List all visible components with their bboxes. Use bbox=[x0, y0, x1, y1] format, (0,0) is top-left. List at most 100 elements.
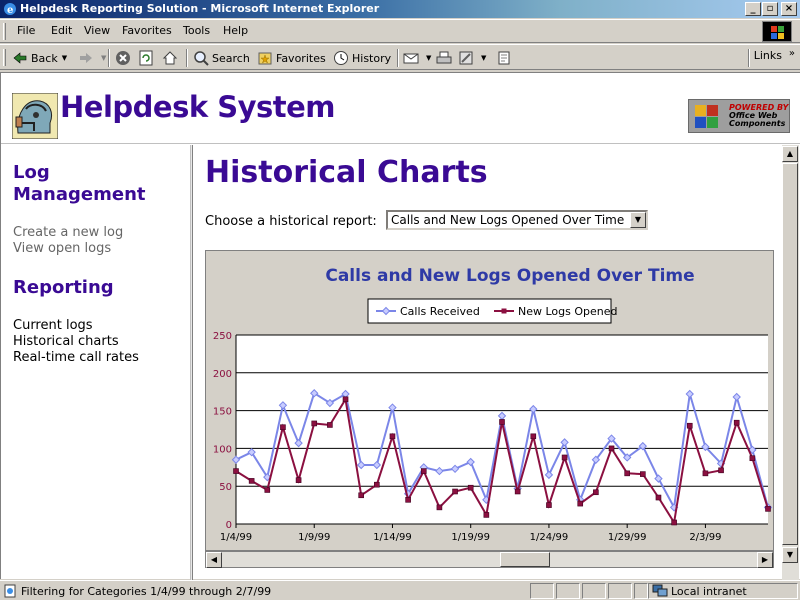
y-tick-label: 100 bbox=[213, 444, 232, 455]
links-label[interactable]: Links bbox=[754, 49, 782, 62]
status-pane bbox=[608, 583, 632, 599]
sidebar: Log Management Create a new log View ope… bbox=[1, 145, 190, 580]
vertical-scrollbar[interactable]: ▲ ▼ bbox=[782, 145, 799, 580]
search-icon bbox=[194, 51, 209, 66]
intranet-icon bbox=[652, 584, 668, 597]
line-chart: Calls and New Logs Opened Over Time 0 50 10… bbox=[213, 266, 773, 543]
history-button[interactable]: History bbox=[333, 48, 391, 68]
y-tick-label: 0 bbox=[226, 520, 232, 531]
back-button[interactable]: Back ▼ bbox=[12, 48, 67, 68]
menu-grip bbox=[3, 23, 6, 40]
status-bar: Filtering for Categories 1/4/99 through … bbox=[0, 580, 800, 600]
legend-marker bbox=[501, 308, 507, 314]
menu-view[interactable]: View bbox=[84, 24, 110, 37]
data-point bbox=[342, 396, 349, 403]
helpdesk-logo-icon bbox=[12, 93, 58, 139]
home-button[interactable] bbox=[162, 48, 181, 68]
status-pane bbox=[530, 583, 554, 599]
data-point bbox=[358, 492, 364, 499]
data-point bbox=[483, 512, 490, 518]
stop-icon bbox=[116, 51, 130, 65]
sidebar-link-realtime-call-rates[interactable]: Real-time call rates bbox=[13, 350, 139, 366]
data-point bbox=[405, 497, 411, 503]
sidebar-heading-reporting: Reporting bbox=[13, 277, 114, 298]
horizontal-scroll-thumb[interactable] bbox=[500, 552, 550, 567]
data-point bbox=[561, 454, 568, 461]
menu-favorites[interactable]: Favorites bbox=[122, 24, 172, 37]
data-point bbox=[420, 468, 427, 474]
data-point bbox=[374, 481, 380, 488]
data-point bbox=[686, 422, 693, 429]
data-point bbox=[749, 455, 756, 462]
status-pane bbox=[582, 583, 606, 599]
printer-icon bbox=[436, 51, 452, 64]
x-tick-label: 1/14/99 bbox=[373, 532, 412, 543]
report-select[interactable]: Calls and New Logs Opened Over Time ▼ bbox=[386, 210, 648, 230]
sidebar-heading-log-management: Log Management bbox=[13, 162, 146, 205]
links-chevron-icon[interactable]: » bbox=[789, 48, 795, 59]
mail-button[interactable]: ▼ bbox=[403, 48, 431, 68]
minimize-button[interactable]: _ bbox=[745, 2, 761, 16]
legend-label: New Logs Opened bbox=[518, 305, 618, 318]
scroll-right-button[interactable]: ▶ bbox=[757, 552, 773, 568]
chart-frame[interactable]: Calls and New Logs Opened Over Time 0 50 10… bbox=[205, 250, 774, 551]
chevron-down-icon[interactable]: ▼ bbox=[630, 212, 646, 228]
data-point bbox=[671, 519, 677, 526]
browser-viewport: Helpdesk System POWERED BY Office Web Co… bbox=[0, 72, 800, 580]
back-arrow-icon bbox=[13, 52, 27, 64]
forward-button[interactable]: ▼ bbox=[78, 48, 106, 68]
data-point bbox=[280, 424, 286, 431]
data-point bbox=[765, 506, 771, 512]
page-title: Historical Charts bbox=[205, 155, 488, 190]
scroll-down-button[interactable]: ▼ bbox=[782, 547, 798, 563]
menu-file[interactable]: File bbox=[17, 24, 35, 37]
refresh-button[interactable] bbox=[138, 48, 157, 68]
favorites-icon bbox=[258, 52, 272, 65]
menu-tools[interactable]: Tools bbox=[183, 24, 210, 37]
site-title: Helpdesk System bbox=[60, 90, 336, 124]
favorites-label: Favorites bbox=[276, 51, 326, 65]
x-tick-label: 1/29/99 bbox=[608, 532, 647, 543]
horizontal-scrollbar[interactable]: ◀ ▶ bbox=[205, 551, 774, 568]
x-tick-label: 1/9/99 bbox=[298, 532, 330, 543]
home-icon bbox=[162, 51, 178, 65]
search-button[interactable]: Search bbox=[193, 48, 250, 68]
y-tick-label: 200 bbox=[213, 369, 232, 380]
edit-button[interactable]: ▼ bbox=[458, 48, 486, 68]
content-frame: Historical Charts Choose a historical re… bbox=[193, 145, 782, 580]
scroll-up-button[interactable]: ▲ bbox=[782, 146, 798, 162]
data-point bbox=[233, 468, 239, 474]
scroll-left-button[interactable]: ◀ bbox=[206, 552, 222, 568]
history-icon bbox=[334, 51, 348, 65]
data-point bbox=[640, 471, 646, 477]
maximize-button[interactable]: ▫ bbox=[762, 2, 778, 16]
print-button[interactable] bbox=[436, 48, 455, 68]
data-point bbox=[655, 494, 662, 501]
y-tick-label: 50 bbox=[219, 482, 232, 493]
menu-edit[interactable]: Edit bbox=[51, 24, 72, 37]
sidebar-link-current-logs[interactable]: Current logs bbox=[13, 318, 93, 334]
page-icon bbox=[4, 584, 16, 598]
menu-bar: File Edit View Favorites Tools Help bbox=[0, 19, 800, 43]
sidebar-link-historical-charts[interactable]: Historical charts bbox=[13, 334, 119, 350]
powered-by-badge[interactable]: POWERED BY Office Web Components bbox=[688, 99, 790, 133]
status-pane bbox=[556, 583, 580, 599]
data-point bbox=[264, 487, 271, 493]
mail-icon bbox=[403, 53, 419, 64]
discuss-button[interactable] bbox=[496, 48, 515, 68]
data-point bbox=[467, 484, 474, 491]
vertical-scroll-thumb[interactable] bbox=[782, 163, 798, 545]
windows-logo-icon bbox=[762, 21, 792, 42]
search-label: Search bbox=[212, 51, 250, 65]
forward-arrow-icon bbox=[80, 53, 92, 63]
stop-button[interactable] bbox=[115, 48, 134, 68]
svg-text:e: e bbox=[7, 5, 13, 16]
sidebar-link-create-log[interactable]: Create a new log bbox=[13, 225, 123, 241]
sidebar-link-view-open-logs[interactable]: View open logs bbox=[13, 241, 111, 257]
favorites-button[interactable]: Favorites bbox=[257, 48, 326, 68]
window-title: Helpdesk Reporting Solution - Microsoft … bbox=[20, 2, 380, 15]
data-point bbox=[624, 470, 630, 477]
status-text: Filtering for Categories 1/4/99 through … bbox=[21, 585, 272, 598]
close-button[interactable]: × bbox=[781, 2, 797, 16]
menu-help[interactable]: Help bbox=[223, 24, 248, 37]
